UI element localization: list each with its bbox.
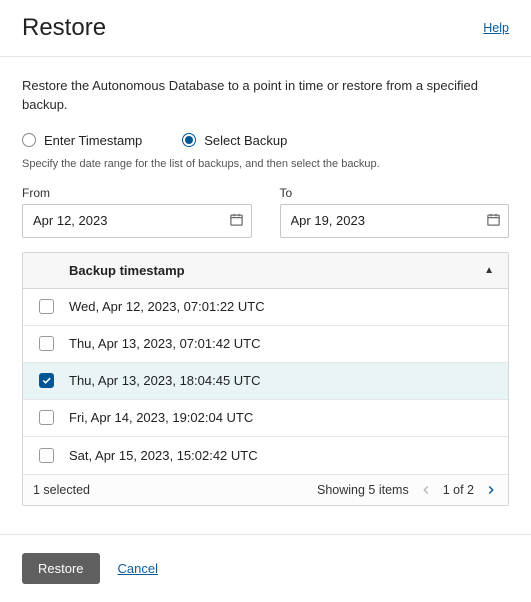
radio-label: Enter Timestamp [44, 133, 142, 148]
row-checkbox[interactable] [39, 410, 54, 425]
intro-text: Restore the Autonomous Database to a poi… [22, 77, 509, 115]
restore-button[interactable]: Restore [22, 553, 100, 584]
sort-asc-icon: ▲ [484, 265, 494, 276]
row-checkbox[interactable] [39, 448, 54, 463]
radio-icon [182, 133, 196, 147]
row-checkbox[interactable] [39, 373, 54, 388]
to-label: To [280, 186, 510, 200]
enter-timestamp-radio[interactable]: Enter Timestamp [22, 133, 142, 148]
next-page-button[interactable] [484, 483, 498, 497]
row-checkbox[interactable] [39, 299, 54, 314]
backup-timestamp-cell: Sat, Apr 15, 2023, 15:02:42 UTC [69, 439, 508, 472]
help-link[interactable]: Help [483, 21, 509, 35]
backup-timestamp-cell: Thu, Apr 13, 2023, 07:01:42 UTC [69, 327, 508, 360]
from-label: From [22, 186, 252, 200]
page-title: Restore [22, 14, 106, 42]
select-backup-radio[interactable]: Select Backup [182, 133, 287, 148]
date-range-hint: Specify the date range for the list of b… [22, 158, 509, 170]
radio-label: Select Backup [204, 133, 287, 148]
table-row[interactable]: Wed, Apr 12, 2023, 07:01:22 UTC [23, 289, 508, 326]
table-row[interactable]: Thu, Apr 13, 2023, 07:01:42 UTC [23, 326, 508, 363]
restore-mode-radio-group: Enter Timestamp Select Backup [22, 133, 509, 148]
table-row[interactable]: Sat, Apr 15, 2023, 15:02:42 UTC [23, 437, 508, 474]
table-row[interactable]: Thu, Apr 13, 2023, 18:04:45 UTC [23, 363, 508, 400]
showing-count: Showing 5 items [317, 483, 409, 497]
page-indicator: 1 of 2 [443, 483, 474, 497]
backup-timestamp-cell: Fri, Apr 14, 2023, 19:02:04 UTC [69, 401, 508, 434]
backup-timestamp-header[interactable]: Backup timestamp ▲ [69, 253, 508, 288]
table-row[interactable]: Fri, Apr 14, 2023, 19:02:04 UTC [23, 400, 508, 437]
radio-icon [22, 133, 36, 147]
to-date-input[interactable] [280, 204, 510, 238]
backup-timestamp-cell: Thu, Apr 13, 2023, 18:04:45 UTC [69, 364, 508, 397]
prev-page-button[interactable] [419, 483, 433, 497]
row-checkbox[interactable] [39, 336, 54, 351]
backup-timestamp-cell: Wed, Apr 12, 2023, 07:01:22 UTC [69, 290, 508, 323]
radio-dot-icon [185, 136, 193, 144]
from-date-input[interactable] [22, 204, 252, 238]
selected-count: 1 selected [33, 483, 90, 497]
cancel-button[interactable]: Cancel [118, 561, 158, 576]
column-header-label: Backup timestamp [69, 263, 185, 278]
backup-table: Backup timestamp ▲ Wed, Apr 12, 2023, 07… [22, 252, 509, 506]
